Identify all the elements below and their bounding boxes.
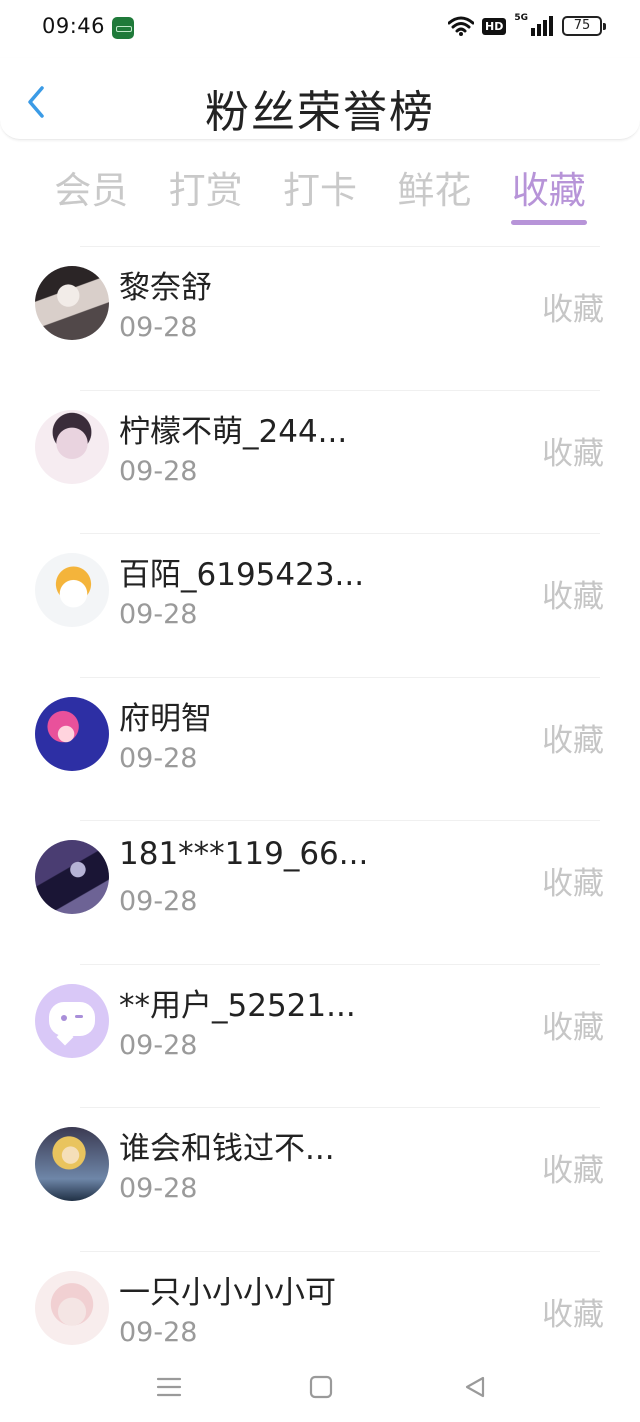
list-item[interactable]: 百陌_6195423... 09-28 收藏 (0, 527, 640, 671)
battery-icon: 75 (562, 16, 606, 36)
divider (80, 676, 600, 678)
tab-label: 鲜花 (397, 169, 472, 212)
user-date: 09-28 (119, 1173, 198, 1204)
home-button[interactable] (301, 1369, 341, 1405)
tab-membership[interactable]: 会员 (34, 160, 148, 230)
tab-label: 打卡 (282, 169, 357, 212)
list-item[interactable]: 府明智 09-28 收藏 (0, 671, 640, 815)
chat-bubble-icon (49, 1001, 95, 1036)
divider (80, 246, 600, 247)
list-item[interactable]: 黎奈舒 09-28 收藏 (0, 240, 640, 384)
bubble-eye (75, 1014, 83, 1018)
avatar (35, 696, 109, 771)
tab-favorites[interactable]: 收藏 (492, 160, 606, 230)
user-name: 一只小小小小可 (119, 1274, 336, 1311)
user-date: 09-28 (119, 599, 198, 630)
tab-reward[interactable]: 打赏 (148, 160, 262, 230)
list-item[interactable]: **用户_52521... 09-28 收藏 (0, 958, 640, 1102)
list-item[interactable]: 谁会和钱过不... 09-28 收藏 (0, 1101, 640, 1245)
action-label: 收藏 (542, 579, 604, 615)
home-square-icon (309, 1375, 333, 1399)
user-name: **用户_52521... (119, 987, 356, 1024)
active-tab-indicator (510, 220, 587, 225)
menu-button[interactable] (149, 1369, 189, 1405)
system-back-button[interactable] (455, 1369, 495, 1405)
user-date: 09-28 (119, 1316, 198, 1348)
user-date: 09-28 (119, 886, 198, 917)
user-date: 09-28 (119, 455, 198, 487)
user-date: 09-28 (119, 312, 198, 343)
system-nav-bar (0, 1355, 640, 1422)
bubble-eye (61, 1014, 67, 1021)
network-type-label: 5G (514, 13, 528, 23)
menu-icon (156, 1377, 182, 1397)
divider (80, 963, 600, 965)
tab-label: 会员 (54, 169, 129, 212)
status-time: 09:46 (42, 14, 106, 38)
tab-label: 打赏 (168, 169, 243, 212)
fan-list: 黎奈舒 09-28 收藏 柠檬不萌_244... 09-28 收藏 百陌_619… (0, 240, 640, 1388)
avatar (35, 1270, 109, 1345)
hd-badge: HD (482, 17, 507, 35)
tab-flowers[interactable]: 鲜花 (377, 160, 491, 230)
header-bar: 粉丝荣誉榜 (0, 58, 640, 140)
avatar (35, 266, 109, 340)
action-label: 收藏 (542, 1153, 604, 1189)
divider (80, 820, 600, 821)
action-label: 收藏 (542, 722, 604, 759)
divider (80, 1107, 600, 1108)
back-triangle-icon (465, 1376, 485, 1398)
avatar (35, 1127, 109, 1201)
user-name: 181***119_66... (119, 836, 369, 872)
oppo-app-icon (112, 17, 134, 39)
avatar (35, 553, 109, 627)
action-label: 收藏 (542, 1009, 604, 1046)
action-label: 收藏 (542, 292, 604, 328)
avatar (35, 840, 109, 914)
action-label: 收藏 (542, 435, 604, 472)
list-item[interactable]: 181***119_66... 09-28 收藏 (0, 814, 640, 958)
user-date: 09-28 (119, 1029, 198, 1061)
action-label: 收藏 (542, 866, 604, 902)
divider (80, 533, 600, 534)
list-item[interactable]: 柠檬不萌_244... 09-28 收藏 (0, 384, 640, 528)
wifi-icon (448, 16, 474, 36)
user-name: 百陌_6195423... (119, 557, 365, 593)
tab-checkin[interactable]: 打卡 (263, 160, 377, 230)
tab-bar: 会员 打赏 打卡 鲜花 收藏 (34, 160, 606, 230)
default-avatar-icon (35, 983, 109, 1058)
action-label: 收藏 (542, 1296, 604, 1333)
status-indicators: HD 5G 75 (448, 13, 606, 36)
avatar (35, 409, 109, 484)
divider (80, 389, 600, 391)
user-name: 谁会和钱过不... (119, 1131, 335, 1167)
user-date: 09-28 (119, 742, 198, 774)
divider (80, 1250, 600, 1252)
user-name: 府明智 (119, 700, 212, 737)
user-name: 黎奈舒 (119, 270, 212, 306)
status-bar: 09:46 HD 5G 75 (0, 0, 640, 58)
signal-icon (531, 16, 553, 36)
user-name: 柠檬不萌_244... (119, 413, 348, 450)
tab-label: 收藏 (511, 169, 586, 212)
page-title: 粉丝荣誉榜 (205, 87, 435, 138)
